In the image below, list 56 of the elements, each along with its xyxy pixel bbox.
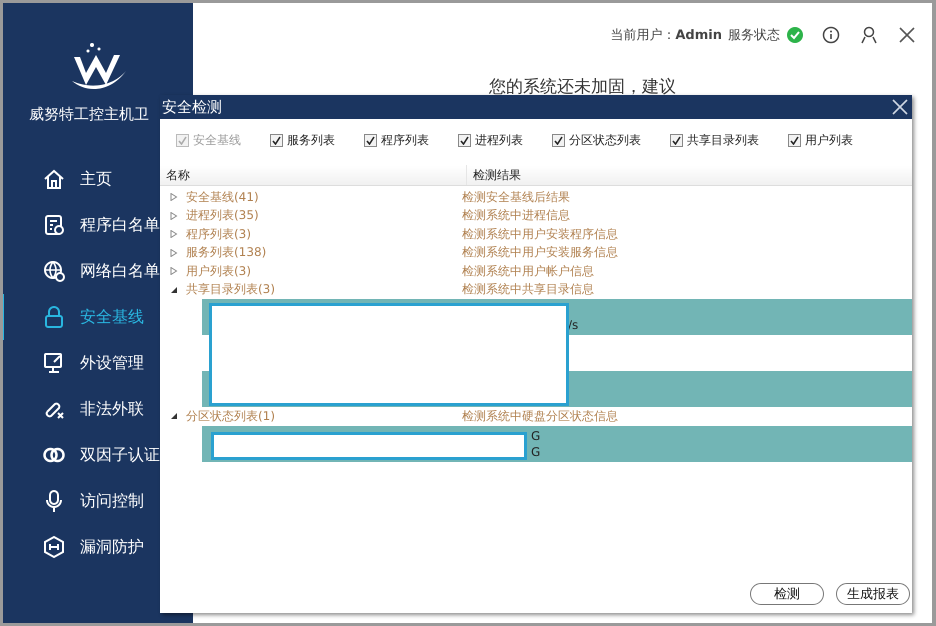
result-text: 检测系统中进程信息 — [462, 207, 570, 224]
lock-icon — [42, 305, 66, 329]
checkmark-icon — [272, 136, 281, 144]
expand-arrow-icon[interactable] — [170, 193, 178, 202]
dialog-button[interactable]: 生成报表 — [836, 583, 910, 605]
result-text: 检测系统中用户帐户信息 — [462, 262, 594, 280]
checkbox[interactable] — [788, 134, 801, 146]
result-text: 检测安全基线后结果 — [462, 188, 570, 206]
sidebar-item[interactable]: 双因子认证 — [3, 432, 193, 478]
checkbox[interactable] — [552, 134, 565, 146]
collapse-arrow-icon[interactable] — [170, 286, 178, 294]
expand-arrow-icon[interactable] — [170, 267, 178, 276]
document-check-icon — [42, 213, 66, 237]
checkmark-icon — [672, 136, 681, 144]
result-text: 检测系统中硬盘分区状态信息 — [462, 408, 618, 425]
child-result: G — [531, 428, 540, 444]
checkbox-label: 共享目录列表 — [687, 132, 759, 148]
shield-icon — [42, 535, 66, 559]
checkbox[interactable] — [270, 134, 283, 146]
notice-text: 您的系统还未加固，建议 — [489, 76, 676, 98]
checkmark-icon — [790, 136, 799, 144]
checkbox-label: 用户列表 — [805, 132, 853, 148]
close-icon[interactable] — [898, 26, 916, 44]
column-header[interactable]: 名称 — [160, 165, 467, 185]
dialog-title: 安全检测 — [162, 98, 222, 116]
service-status-label: 服务状态 — [728, 27, 780, 44]
expand-arrow-icon[interactable] — [170, 248, 178, 257]
expand-arrow-icon[interactable] — [170, 230, 178, 238]
result-text: 检测系统中用户安装程序信息 — [462, 226, 618, 243]
checkmark-icon — [366, 136, 375, 144]
collapse-arrow-icon[interactable] — [170, 412, 178, 420]
user-icon[interactable] — [860, 26, 878, 44]
user-info: 当前用户：Admin — [610, 27, 722, 44]
globe-icon — [42, 259, 66, 283]
sidebar-item[interactable]: 外设管理 — [3, 340, 193, 386]
checkmark-icon — [460, 136, 469, 144]
checkbox-label: 程序列表 — [381, 132, 429, 148]
sidebar-item[interactable]: 漏洞防护 — [3, 524, 193, 570]
checkbox[interactable] — [670, 134, 683, 146]
checkbox-label: 服务列表 — [287, 132, 335, 148]
checkbox-label: 进程列表 — [475, 132, 523, 148]
checkbox-label: 安全基线 — [193, 132, 241, 148]
checkbox-label: 分区状态列表 — [569, 132, 641, 148]
expand-arrow-icon[interactable] — [170, 212, 178, 220]
app-title: 威努特工控主机卫 — [29, 105, 149, 124]
result-text: 检测系统中用户安装服务信息 — [462, 244, 618, 262]
child-result: G — [531, 444, 540, 460]
checkbox[interactable] — [458, 134, 471, 146]
home-icon — [42, 167, 66, 191]
checkmark-icon — [554, 136, 563, 144]
result-text: 检测系统中共享目录信息 — [462, 281, 594, 298]
dialog-button[interactable]: 检测 — [750, 583, 824, 605]
checkbox[interactable] — [364, 134, 377, 146]
info-icon[interactable] — [822, 26, 840, 44]
column-header[interactable]: 检测结果 — [467, 165, 912, 185]
sidebar-item[interactable]: 访问控制 — [3, 478, 193, 524]
